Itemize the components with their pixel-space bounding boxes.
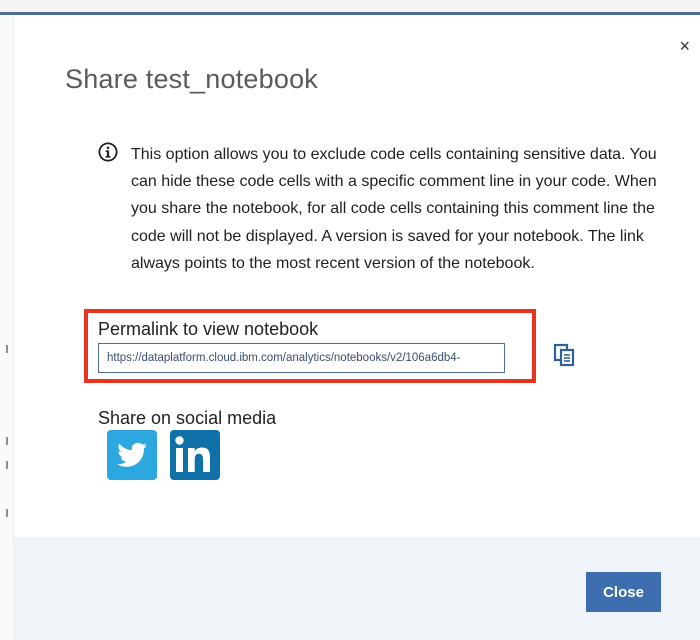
edge-mark [6, 461, 8, 469]
social-media-label: Share on social media [98, 408, 277, 428]
top-strip [0, 0, 700, 12]
close-icon[interactable]: × [679, 37, 690, 55]
copy-icon[interactable] [552, 343, 576, 367]
linkedin-icon [175, 436, 210, 472]
edge-mark [6, 437, 8, 445]
permalink-input[interactable] [98, 343, 505, 373]
info-text: This option allows you to exclude code c… [131, 146, 657, 272]
linkedin-share-button[interactable] [170, 430, 220, 480]
edge-mark [6, 345, 8, 353]
background-edge [0, 15, 14, 640]
edge-mark [6, 509, 8, 517]
twitter-icon [117, 442, 147, 467]
permalink-label: Permalink to view notebook [98, 319, 319, 339]
twitter-share-button[interactable] [107, 430, 157, 480]
info-circle-icon [98, 142, 118, 162]
dialog-title: Share test_notebook [65, 64, 318, 94]
close-button[interactable]: Close [586, 572, 661, 612]
share-dialog: × Share test_notebook This option allows… [14, 15, 700, 640]
